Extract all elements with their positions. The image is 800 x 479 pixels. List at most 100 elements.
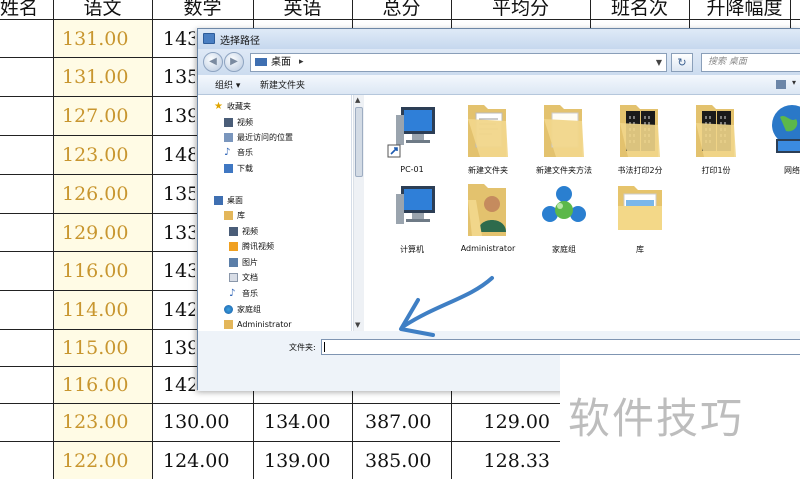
- scroll-up-icon[interactable]: ▲: [355, 96, 360, 104]
- video-icon: [224, 118, 233, 127]
- address-dropdown-icon[interactable]: ▼: [656, 54, 662, 71]
- organize-button[interactable]: 组织 ▾: [215, 78, 240, 91]
- dialog-toolbar: 组织 ▾ 新建文件夹 ▾: [198, 75, 800, 95]
- header-shengjiang[interactable]: 升降幅度: [689, 0, 800, 20]
- cell-shuxue[interactable]: 142: [163, 367, 195, 403]
- address-text: 桌面: [271, 57, 291, 68]
- video-icon: [229, 227, 238, 236]
- dialog-titlebar[interactable]: 选择路径: [198, 29, 800, 49]
- scroll-down-icon[interactable]: ▼: [355, 321, 360, 329]
- cell-yuwen[interactable]: 131.00: [62, 59, 150, 95]
- file-label: Administrator: [460, 244, 516, 253]
- cell-yingyu[interactable]: 139.00: [264, 443, 352, 479]
- cell-yuwen[interactable]: 122.00: [62, 443, 150, 479]
- navigation-pane: ★ 收藏夹 视频 最近访问的位置 ♪ 音乐 下载 桌面 库 视频 腾讯视频 图片…: [198, 95, 352, 331]
- file-label: 新建文件夹: [468, 166, 508, 175]
- cell-shuxue[interactable]: 135: [163, 59, 195, 95]
- cell-yuwen[interactable]: 129.00: [62, 215, 150, 251]
- file-label: 家庭组: [552, 245, 576, 254]
- view-options-icon[interactable]: [776, 80, 786, 89]
- library-folder-icon: [618, 186, 662, 230]
- folder-name-input[interactable]: [321, 339, 800, 355]
- navigation-bar: ◀ ▶ 桌面 ▸ ▼ ↻ 搜索 桌面: [198, 49, 800, 75]
- user-folder-icon: [468, 184, 506, 236]
- user-folder-icon: [224, 320, 233, 329]
- text-caret: [324, 342, 325, 352]
- header-banmingci[interactable]: 班名次: [590, 0, 689, 20]
- folder-icon: [620, 105, 660, 157]
- file-label: PC-01: [400, 165, 424, 174]
- cell-shuxue[interactable]: 130.00: [163, 404, 251, 440]
- cell-yuwen[interactable]: 127.00: [62, 98, 150, 134]
- navigation-scrollbar[interactable]: ▲ ▼: [353, 95, 364, 331]
- cell-shuxue[interactable]: 142: [163, 292, 195, 328]
- dialog-title: 选择路径: [220, 36, 260, 47]
- select-path-dialog: 选择路径 ◀ ▶ 桌面 ▸ ▼ ↻ 搜索 桌面 组织 ▾ 新建文件夹 ▾ ★ 收…: [197, 28, 800, 391]
- cell-zongfen[interactable]: 387.00: [365, 404, 453, 440]
- grid-line: [0, 19, 800, 20]
- homegroup-icon: [542, 186, 586, 222]
- search-input[interactable]: 搜索 桌面: [701, 53, 800, 72]
- file-list: PC-01 新建文件夹 新建文件夹方法 书法打印2分 打印1份 网络 计算机 A…: [364, 95, 800, 331]
- address-bar[interactable]: 桌面 ▸ ▼: [250, 53, 667, 72]
- dialog-content: ★ 收藏夹 视频 最近访问的位置 ♪ 音乐 下载 桌面 库 视频 腾讯视频 图片…: [198, 95, 800, 331]
- folder-icon: [468, 105, 508, 157]
- cell-yuwen[interactable]: 131.00: [62, 21, 150, 57]
- network-globe-icon: [772, 105, 800, 153]
- cell-shuxue[interactable]: 124.00: [163, 443, 251, 479]
- header-shuxue[interactable]: 数学: [152, 0, 253, 20]
- cell-pingjun[interactable]: 129.00: [455, 404, 550, 440]
- scrollbar-thumb[interactable]: [355, 107, 363, 177]
- download-icon: [224, 164, 233, 173]
- cell-yingyu[interactable]: 134.00: [264, 404, 352, 440]
- grid-line: [152, 0, 153, 479]
- breadcrumb-chevron-icon[interactable]: ▸: [299, 54, 304, 71]
- homegroup-icon: [224, 305, 233, 314]
- cell-shuxue[interactable]: 135: [163, 176, 195, 212]
- back-arrow-icon[interactable]: ◀: [203, 52, 223, 72]
- computer-shortcut-icon: [387, 107, 435, 158]
- view-dropdown-icon[interactable]: ▾: [792, 78, 796, 87]
- cell-shuxue[interactable]: 148: [163, 137, 195, 173]
- cell-zongfen[interactable]: 385.00: [365, 443, 453, 479]
- header-yuwen[interactable]: 语文: [53, 0, 152, 20]
- folder-icon: [696, 105, 736, 157]
- music-note-icon: ♪: [229, 288, 236, 299]
- cell-yuwen[interactable]: 116.00: [62, 253, 150, 289]
- cell-pingjun[interactable]: 128.33: [455, 443, 550, 479]
- window-icon: [203, 33, 215, 44]
- cell-shuxue[interactable]: 143: [163, 21, 195, 57]
- cell-yuwen[interactable]: 123.00: [62, 137, 150, 173]
- cell-yuwen[interactable]: 114.00: [62, 292, 150, 328]
- header-name[interactable]: 姓名: [0, 0, 50, 20]
- header-pingjun[interactable]: 平均分: [451, 0, 590, 20]
- grid-line: [53, 0, 54, 479]
- star-icon: ★: [214, 101, 223, 112]
- watermark-text: 软件技巧: [568, 394, 745, 443]
- cell-shuxue[interactable]: 143: [163, 253, 195, 289]
- cell-yuwen[interactable]: 123.00: [62, 404, 150, 440]
- pictures-icon: [229, 258, 238, 267]
- cell-yuwen[interactable]: 115.00: [62, 330, 150, 366]
- library-icon: [224, 211, 233, 220]
- refresh-icon[interactable]: ↻: [671, 53, 693, 72]
- cell-shuxue[interactable]: 133: [163, 215, 195, 251]
- cell-shuxue[interactable]: 139: [163, 330, 195, 366]
- cell-yuwen[interactable]: 116.00: [62, 367, 150, 403]
- desktop-icon: [255, 58, 267, 66]
- tencent-video-icon: [229, 242, 238, 251]
- recent-places-icon: [224, 133, 233, 142]
- forward-arrow-icon[interactable]: ▶: [224, 52, 244, 72]
- file-label: 库: [636, 245, 644, 254]
- folder-label: 文件夹:: [289, 343, 316, 352]
- new-folder-button[interactable]: 新建文件夹: [260, 78, 305, 91]
- desktop-icon: [214, 196, 223, 205]
- cell-yuwen[interactable]: 126.00: [62, 176, 150, 212]
- cell-shuxue[interactable]: 139: [163, 98, 195, 134]
- file-label: 计算机: [400, 245, 424, 254]
- file-label: 新建文件夹方法: [536, 166, 592, 175]
- file-label: 网络: [784, 166, 800, 175]
- header-yingyu[interactable]: 英语: [253, 0, 352, 20]
- file-label: 书法打印2分: [617, 166, 663, 175]
- header-zongfen[interactable]: 总分: [352, 0, 451, 20]
